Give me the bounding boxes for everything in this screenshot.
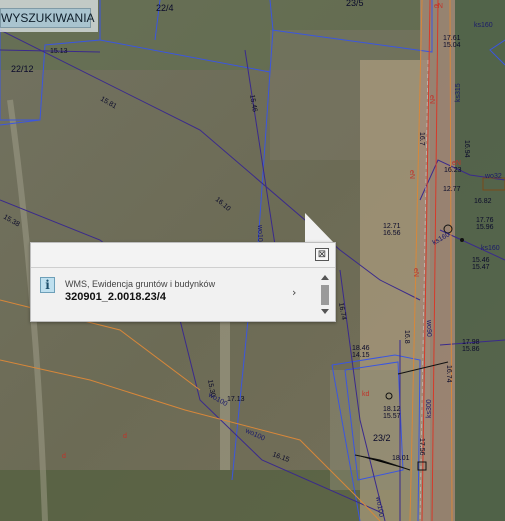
utility-label: ks300 xyxy=(426,399,433,418)
height-label: 17.61 xyxy=(443,35,461,42)
height-label: 15.96 xyxy=(476,224,494,231)
parcel-label: 22/4 xyxy=(156,3,174,13)
height-label: 18.01 xyxy=(392,455,410,462)
utility-label: wo90 xyxy=(425,319,432,337)
height-label: 15.46 xyxy=(472,257,490,264)
height-label: 15.57 xyxy=(383,413,401,420)
network-label: eN xyxy=(428,95,435,104)
parcel-label: 23/5 xyxy=(346,0,364,8)
network-label: eN xyxy=(408,170,415,179)
network-label: kd xyxy=(362,391,370,398)
network-label: d xyxy=(123,433,127,440)
height-label: 16.94 xyxy=(463,140,470,158)
chevron-right-icon[interactable]: › xyxy=(292,286,296,299)
height-label: 16.82 xyxy=(474,198,492,205)
popup-pointer xyxy=(305,213,335,244)
height-label: 15.47 xyxy=(472,264,490,271)
utility-label: ks160 xyxy=(474,22,493,29)
height-label: 16.74 xyxy=(445,365,452,383)
popup-scrollbar[interactable] xyxy=(320,273,330,317)
height-label: 16.7 xyxy=(418,132,425,146)
height-label: 17.76 xyxy=(476,217,494,224)
scroll-thumb[interactable] xyxy=(321,285,329,305)
height-label: 16.8 xyxy=(403,330,410,344)
height-label: 16.56 xyxy=(383,230,401,237)
height-label: 12.71 xyxy=(383,223,401,230)
height-label: 17.13 xyxy=(227,396,245,403)
utility-label: ks160 xyxy=(481,245,500,252)
scroll-down-icon[interactable] xyxy=(321,309,329,314)
height-label: 12.77 xyxy=(443,186,461,193)
height-label: 17.56 xyxy=(418,438,425,456)
info-icon: i xyxy=(40,277,55,293)
layer-name: WMS, Ewidencja gruntów i budynków xyxy=(65,279,216,289)
height-label: 18.46 xyxy=(352,345,370,352)
height-label: 18.12 xyxy=(383,406,401,413)
utility-label: wo32 xyxy=(484,173,502,180)
height-label: 16.23 xyxy=(444,167,462,174)
search-button[interactable]: WYSZUKIWANIA xyxy=(0,8,95,28)
parcel-label: 22/12 xyxy=(11,64,34,74)
parcel-label: 23/2 xyxy=(373,433,391,443)
height-label: 17.98 xyxy=(462,339,480,346)
scroll-up-icon[interactable] xyxy=(321,275,329,280)
network-label: d xyxy=(62,453,66,460)
parcel-id[interactable]: 320901_2.0018.23/4 xyxy=(65,291,166,303)
network-label: eN xyxy=(412,268,419,277)
popup-header: ⊠ xyxy=(31,243,335,268)
height-label: 15.04 xyxy=(443,42,461,49)
height-label: 14.15 xyxy=(352,352,370,359)
height-label: 15.86 xyxy=(462,346,480,353)
feature-info-popup: ⊠ i WMS, Ewidencja gruntów i budynków 32… xyxy=(30,242,336,322)
utility-label: ks315 xyxy=(455,83,462,102)
network-label: eN xyxy=(434,3,443,10)
height-label: 15.13 xyxy=(50,48,68,55)
network-label: eN xyxy=(452,160,461,167)
close-icon[interactable]: ⊠ xyxy=(315,248,329,261)
